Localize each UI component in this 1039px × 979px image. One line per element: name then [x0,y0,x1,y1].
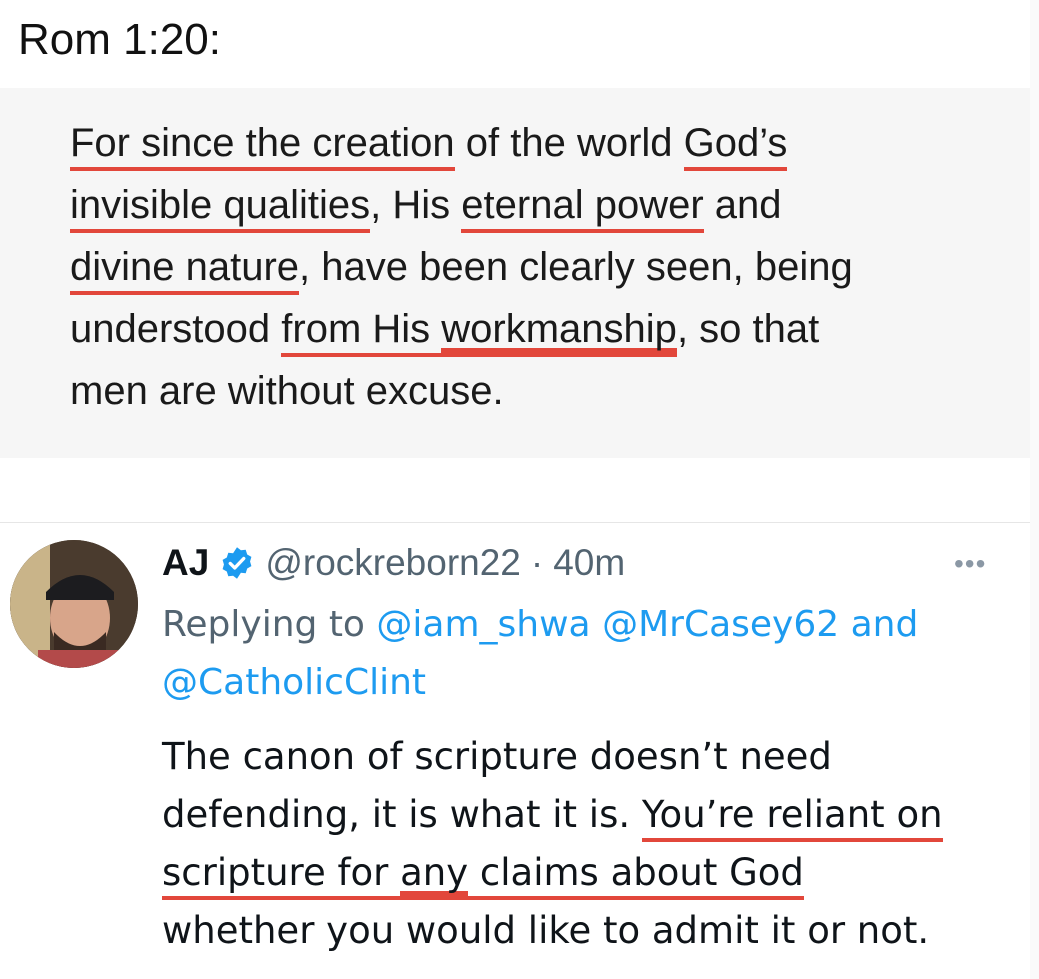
tweet-line: defending, it is what it is. You’re reli… [162,786,1022,844]
display-name[interactable]: AJ [162,542,209,584]
underlined-phrase: any [400,851,469,900]
underlined-phrase: God’s [683,121,788,171]
tweet-line: whether you would like to admit it or no… [162,909,930,952]
verse-reference-title: Rom 1:20: [18,15,221,64]
mention-link[interactable]: @MrCasey62 [602,604,839,645]
verse-fragment: men are without excuse. [70,369,504,413]
tweet-header: AJ @rockreborn22 · 40m [162,538,625,588]
tweet-text: The canon of scripture doesn’t need defe… [162,728,1022,960]
and-text: and [839,604,919,645]
verse-fragment: of the world [454,121,684,165]
avatar-portrait-icon [10,540,138,668]
separator-dot: · [530,542,544,583]
verse-fragment: and [703,183,782,227]
verse-line: divine nature, have been clearly seen, b… [70,236,1020,298]
mention-link[interactable]: @iam_shwa [376,604,590,645]
tweet-line: The canon of scripture doesn’t need [162,735,832,778]
verse-line: men are without excuse. [70,360,1020,422]
mention-link[interactable]: @CatholicClint [162,662,426,703]
verse-line: understood from His workmanship, so that [70,298,1020,360]
verse-text: For since the creation of the world God’… [70,112,1020,422]
verse-fragment: , have been clearly seen, being [299,245,853,289]
verse-fragment: understood [70,307,282,351]
replying-to-line: Replying to @iam_shwa @MrCasey62 and @Ca… [162,596,1022,712]
underlined-phrase: scripture for [162,851,401,900]
underlined-phrase: claims about God [468,851,804,900]
verse-fragment: , so that [676,307,820,351]
tweet-fragment: defending, it is what it is. [162,793,642,836]
underlined-phrase: eternal power [461,183,704,233]
underlined-phrase: divine nature [70,245,300,295]
timestamp[interactable]: 40m [553,542,625,584]
verse-fragment: , His [370,183,462,227]
underlined-phrase: invisible qualities [70,183,371,233]
more-options-icon[interactable]: ••• [954,548,986,580]
verified-badge-icon [222,547,252,579]
underlined-phrase: from His [281,307,442,357]
replying-prefix: Replying to [162,604,377,645]
tweet-line: scripture for any claims about God [162,844,1022,902]
underlined-phrase: You’re reliant on [641,793,943,842]
verse-line: For since the creation of the world God’… [70,112,1020,174]
user-handle[interactable]: @rockreborn22 [265,542,521,584]
underlined-phrase: For since the creation [70,121,455,171]
verse-line: invisible qualities, His eternal power a… [70,174,1020,236]
avatar[interactable] [10,540,138,668]
right-edge-divider [1030,0,1039,979]
underlined-phrase: workmanship [441,307,677,357]
